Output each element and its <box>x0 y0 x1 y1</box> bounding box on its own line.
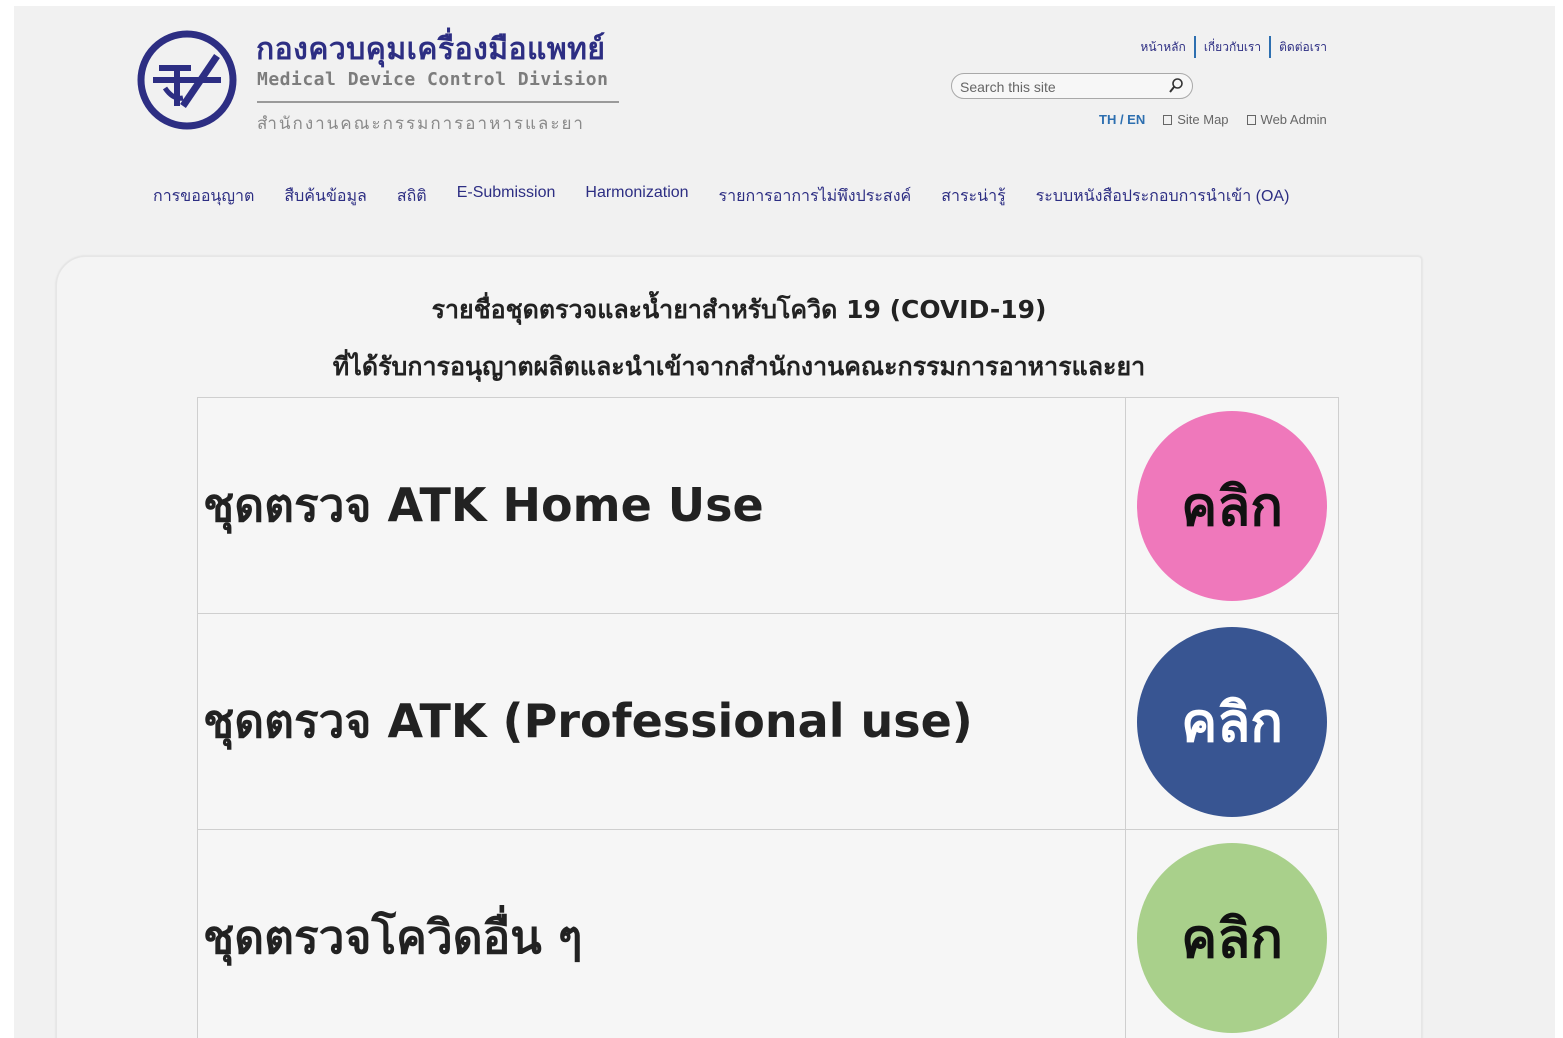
main-nav: การขออนุญาต สืบค้นข้อมูล สถิติ E-Submiss… <box>153 184 1319 209</box>
nav-item-adverse-events[interactable]: รายการอาการไม่พึงประสงค์ <box>719 184 912 209</box>
top-link-home[interactable]: หน้าหลัก <box>1132 36 1193 58</box>
item-label: ชุดตรวจ ATK Home Use <box>203 478 764 532</box>
table-cell: คลิก <box>1125 829 1339 1038</box>
other-covid-kits-click-button[interactable]: คลิก <box>1137 842 1328 1033</box>
table-row: ชุดตรวจโควิดอื่น ๆ คลิก <box>196 829 1339 1038</box>
page-icon <box>1163 114 1173 125</box>
table-row: ชุดตรวจ ATK Home Use คลิก <box>196 397 1339 614</box>
table-cell: ชุดตรวจโควิดอื่น ๆ <box>196 829 1127 1038</box>
site-map-label: Site Map <box>1177 112 1229 127</box>
content-heading: รายชื่อชุดตรวจและน้ำยาสำหรับโควิด 19 (CO… <box>431 295 1047 324</box>
site-subtitle-th: สำนักงานคณะกรรมการอาหารและยา <box>257 114 585 134</box>
item-label: ชุดตรวจ ATK (Professional use) <box>203 694 973 748</box>
table-cell: คลิก <box>1125 613 1339 830</box>
page-icon <box>1246 114 1256 125</box>
web-admin-link[interactable]: Web Admin <box>1246 112 1327 127</box>
nav-item-knowledge[interactable]: สาระน่ารู้ <box>941 184 1005 209</box>
site-title-en: Medical Device Control Division <box>257 69 609 90</box>
table-row: ชุดตรวจ ATK (Professional use) คลิก <box>196 613 1339 830</box>
nav-item-harmonization[interactable]: Harmonization <box>585 184 688 209</box>
content-subheading: ที่ได้รับการอนุญาตผลิตและนำเข้าจากสำนักง… <box>332 352 1146 381</box>
nav-item-oa-system[interactable]: ระบบหนังสือประกอบการนำเข้า (OA) <box>1036 184 1290 209</box>
site-map-link[interactable]: Site Map <box>1163 112 1229 127</box>
top-link-contact[interactable]: ติดต่อเรา <box>1269 36 1335 58</box>
test-kit-table: ชุดตรวจ ATK Home Use คลิก ชุดตรวจ ATK (P… <box>196 397 1339 1038</box>
search-icon[interactable] <box>1168 77 1184 95</box>
content-card: รายชื่อชุดตรวจและน้ำยาสำหรับโควิด 19 (CO… <box>56 256 1422 1038</box>
top-links: หน้าหลัก เกี่ยวกับเรา ติดต่อเรา <box>1132 36 1335 58</box>
atk-home-use-click-button[interactable]: คลิก <box>1137 410 1328 601</box>
search-input[interactable] <box>958 76 1162 98</box>
table-cell: ชุดตรวจ ATK Home Use <box>196 397 1127 614</box>
utility-links: TH / EN Site Map Web Admin <box>1099 112 1345 127</box>
table-cell: คลิก <box>1125 397 1339 614</box>
fda-logo-icon[interactable] <box>135 28 239 132</box>
site-title-th[interactable]: กองควบคุมเครื่องมือแพทย์ <box>256 26 606 73</box>
table-cell: ชุดตรวจ ATK (Professional use) <box>196 613 1127 830</box>
brand-divider <box>257 101 619 103</box>
atk-professional-click-button[interactable]: คลิก <box>1137 626 1328 817</box>
item-label: ชุดตรวจโควิดอื่น ๆ <box>203 910 583 964</box>
nav-item-e-submission[interactable]: E-Submission <box>457 184 556 209</box>
nav-item-search-data[interactable]: สืบค้นข้อมูล <box>284 184 366 209</box>
top-link-about[interactable]: เกี่ยวกับเรา <box>1193 36 1269 58</box>
page: กองควบคุมเครื่องมือแพทย์ Medical Device … <box>14 6 1555 1038</box>
search-box <box>951 73 1193 99</box>
language-switch[interactable]: TH / EN <box>1099 112 1145 127</box>
web-admin-label: Web Admin <box>1260 112 1327 127</box>
nav-item-statistics[interactable]: สถิติ <box>397 184 427 209</box>
nav-item-permit[interactable]: การขออนุญาต <box>153 184 254 209</box>
